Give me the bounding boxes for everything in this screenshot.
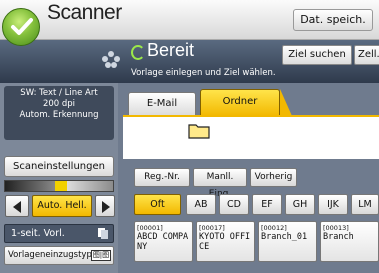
users-icon [102, 51, 120, 68]
ready-indicator-icon [131, 45, 145, 60]
app-title: Scanner [47, 1, 122, 24]
destination-name: Branch [323, 232, 354, 242]
manual-entry-button[interactable]: Manll. Eing. [193, 168, 247, 199]
density-increase-button[interactable] [95, 195, 115, 217]
original-type-label: 1-seit. Vorl. [11, 228, 65, 239]
destination-name: Branch_01 [261, 232, 308, 242]
document-icon [98, 228, 108, 239]
summary-line: SW: Text / Line Art [20, 88, 98, 98]
cut-button[interactable]: Zell. [354, 45, 379, 65]
destination-name: KYOTO OFFI [199, 232, 251, 242]
index-tab-cd[interactable]: CD [219, 194, 249, 215]
status-title: Bereit [147, 40, 195, 60]
index-tab-ijk[interactable]: IJK [318, 194, 348, 215]
original-feed-label: Vorlageneinzugstyp [8, 250, 92, 260]
feed-type-icon: 图|图 [91, 250, 111, 261]
destination-name: ABCD COMPA [137, 232, 189, 242]
density-marker-icon [56, 182, 66, 187]
destination-button[interactable]: [00017] KYOTO OFFI CE [196, 221, 255, 262]
scanner-app-icon [2, 8, 40, 46]
scan-settings-button[interactable]: Scaneinstellungen [4, 156, 114, 177]
status-message: Vorlage einlegen und Ziel wählen. [131, 68, 276, 78]
previous-button[interactable]: Vorherig [250, 168, 297, 187]
destination-button[interactable]: [00012] Branch_01 [258, 221, 317, 262]
destination-number: [00012] [261, 224, 287, 232]
destination-number: [00001] [137, 224, 163, 232]
auto-density-button[interactable]: Auto. Hell. [32, 195, 92, 217]
destination-number: [00017] [199, 224, 225, 232]
selected-destination-area [123, 115, 379, 159]
summary-line: 200 dpi [42, 99, 76, 109]
density-decrease-button[interactable] [5, 195, 29, 217]
index-tab-ef[interactable]: EF [252, 194, 282, 215]
tab-folder[interactable]: Ordner [200, 89, 292, 116]
index-tab-gh[interactable]: GH [285, 194, 315, 215]
original-type-button[interactable]: 1-seit. Vorl. [4, 224, 114, 243]
destination-name-cont: NY [137, 242, 148, 252]
tab-email[interactable]: E-Mail [128, 92, 196, 115]
settings-summary[interactable]: SW: Text / Line Art 200 dpi Autom. Erken… [4, 86, 114, 140]
destination-number: [00013] [323, 224, 349, 232]
arrow-left-icon [13, 201, 21, 213]
registration-number-button[interactable]: Reg.-Nr. [134, 168, 190, 187]
folder-icon [188, 124, 210, 139]
index-tab-frequent[interactable]: Oft [134, 194, 181, 215]
arrow-right-icon [102, 201, 110, 213]
summary-line: Autom. Erkennung [19, 110, 99, 120]
save-settings-button[interactable]: Dat. speich. [293, 9, 373, 31]
search-destination-button[interactable]: Ziel suchen [282, 45, 352, 65]
index-tab-ab[interactable]: AB [186, 194, 216, 215]
destination-button[interactable]: [00013] Branch [320, 221, 379, 262]
destination-button[interactable]: [00001] ABCD COMPA NY [134, 221, 193, 262]
destination-name-cont: CE [199, 242, 210, 252]
original-feed-type-button[interactable]: Vorlageneinzugstyp 图|图 [4, 246, 114, 265]
index-tab-lm[interactable]: LM [351, 194, 379, 215]
